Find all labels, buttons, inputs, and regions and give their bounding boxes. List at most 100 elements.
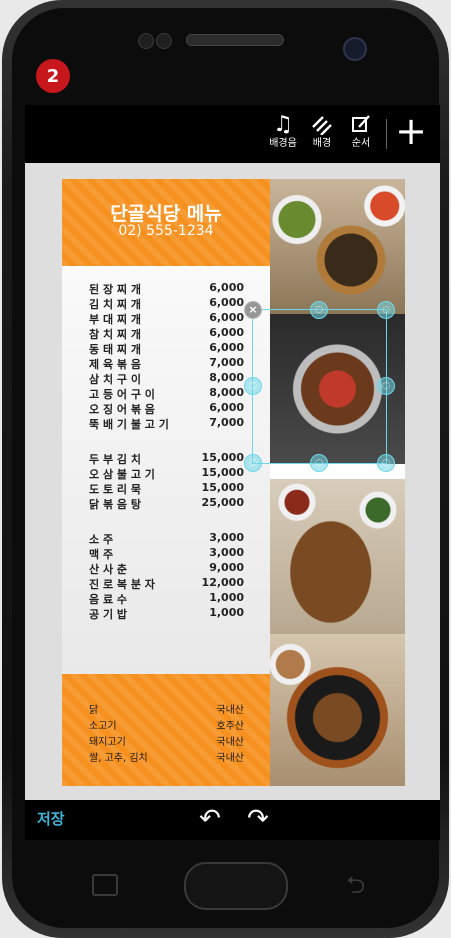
save-button[interactable]: 저장 <box>37 808 65 829</box>
menu-item-price: 6,000 <box>209 341 244 354</box>
menu-item-price: 6,000 <box>209 296 244 309</box>
menu-item-price: 6,000 <box>209 281 244 294</box>
background-button[interactable]: 배경 <box>300 113 344 151</box>
menu-header: 단골식당 메뉴 02) 555-1234 <box>62 179 270 266</box>
menu-item-price: 7,000 <box>209 356 244 369</box>
earpiece-speaker <box>186 34 284 46</box>
menu-item: 고 등 어 구 이 8,000 <box>89 386 244 401</box>
menu-item-price: 1,000 <box>209 591 244 604</box>
origin-row: 소고기 호주산 <box>89 717 244 733</box>
menu-item-price: 12,000 <box>201 576 244 589</box>
menu-item-name: 소 주 <box>89 533 114 546</box>
resize-handle-icon[interactable]: ◌ <box>377 301 395 319</box>
selection-frame[interactable] <box>252 309 387 464</box>
resize-handle-icon[interactable]: ◌ <box>244 377 262 395</box>
edit-order-icon <box>339 113 383 137</box>
menu-item: 김 치 찌 개 6,000 <box>89 296 244 311</box>
menu-item: 뚝 배 기 불 고 기 7,000 <box>89 416 244 431</box>
menu-item-price: 8,000 <box>209 371 244 384</box>
close-icon[interactable]: × <box>244 301 262 319</box>
redo-icon[interactable]: ↷ <box>243 805 273 833</box>
menu-item: 제 육 볶 음 7,000 <box>89 356 244 371</box>
menu-item-price: 15,000 <box>201 451 244 464</box>
menu-item-price: 7,000 <box>209 416 244 429</box>
menu-item-price: 15,000 <box>201 481 244 494</box>
menu-item: 된 장 찌 개 6,000 <box>89 281 244 296</box>
menu-item-name: 오 삼 불 고 기 <box>89 468 155 481</box>
bgm-label: 배경음 <box>269 138 297 149</box>
toolbar-divider <box>386 119 387 149</box>
menu-item-name: 두 부 김 치 <box>89 453 141 466</box>
add-button[interactable]: + <box>393 111 429 151</box>
origin-row: 닭 국내산 <box>89 701 244 717</box>
origin-name: 쌀, 고추, 김치 <box>89 753 148 764</box>
menu-item: 삼 치 구 이 8,000 <box>89 371 244 386</box>
origin-name: 소고기 <box>89 721 117 732</box>
menu-item-name: 삼 치 구 이 <box>89 373 141 386</box>
menu-item: 맥 주 3,000 <box>89 546 244 561</box>
menu-item-name: 닭 볶 음 탕 <box>89 498 141 511</box>
food-photo-side-dishes[interactable] <box>270 179 405 314</box>
menu-item-name: 부 대 찌 개 <box>89 313 141 326</box>
back-icon[interactable]: ⮌ <box>346 868 365 909</box>
menu-item-price: 9,000 <box>209 561 244 574</box>
menu-item: 참 치 찌 개 6,000 <box>89 326 244 341</box>
menu-item-price: 6,000 <box>209 311 244 324</box>
step-badge: 2 <box>36 59 70 93</box>
menu-item: 소 주 3,000 <box>89 531 244 546</box>
menu-item-name: 공 기 밥 <box>89 608 128 621</box>
front-camera-icon <box>343 37 367 61</box>
origin-source: 국내산 <box>216 737 244 748</box>
resize-handle-icon[interactable]: ◌ <box>310 301 328 319</box>
pattern-stripes-icon <box>300 113 344 137</box>
sensor-icon <box>156 33 172 49</box>
resize-handle-icon[interactable]: ◌ <box>377 454 395 472</box>
origin-name: 닭 <box>89 705 99 716</box>
menu-item-price: 3,000 <box>209 531 244 544</box>
origin-section: 닭 국내산 소고기 호주산 돼지고기 국내산 쌀, 고추, 김치 국내산 <box>62 674 270 786</box>
origin-source: 국내산 <box>216 753 244 764</box>
menu-item: 음 료 수 1,000 <box>89 591 244 606</box>
menu-item-name: 참 치 찌 개 <box>89 328 141 341</box>
menu-item-name: 맥 주 <box>89 548 114 561</box>
menu-item-name: 김 치 찌 개 <box>89 298 141 311</box>
menu-item-price: 8,000 <box>209 386 244 399</box>
menu-item-price: 6,000 <box>209 326 244 339</box>
undo-icon[interactable]: ↶ <box>195 805 225 833</box>
menu-item-name: 산 사 춘 <box>89 563 128 576</box>
menu-item-name: 동 태 찌 개 <box>89 343 141 356</box>
resize-handle-icon[interactable]: ◌ <box>244 454 262 472</box>
food-photo-grilled-fish[interactable] <box>270 479 405 634</box>
app-screen: ♫ 배경음 배경 순서 + 단골식당 메뉴 02) 555-1234 된 장 찌… <box>25 105 440 840</box>
menu-item: 부 대 찌 개 6,000 <box>89 311 244 326</box>
order-button[interactable]: 순서 <box>339 113 383 151</box>
menu-item: 오 징 어 볶 음 6,000 <box>89 401 244 416</box>
recent-apps-icon[interactable] <box>92 874 118 896</box>
bgm-button[interactable]: ♫ 배경음 <box>261 113 305 151</box>
origin-row: 쌀, 고추, 김치 국내산 <box>89 749 244 765</box>
menu-item: 오 삼 불 고 기 15,000 <box>89 466 244 481</box>
menu-item-price: 15,000 <box>201 466 244 479</box>
menu-item-name: 도 토 리 묵 <box>89 483 141 496</box>
background-label: 배경 <box>312 138 332 149</box>
resize-handle-icon[interactable]: ◌ <box>377 377 395 395</box>
resize-handle-icon[interactable]: ◌ <box>310 454 328 472</box>
order-label: 순서 <box>351 138 371 149</box>
menu-item-name: 진 로 복 분 자 <box>89 578 155 591</box>
menu-item-name: 오 징 어 볶 음 <box>89 403 155 416</box>
bottom-toolbar: 저장 ↶ ↷ <box>25 800 440 840</box>
origin-source: 국내산 <box>216 705 244 716</box>
menu-item-price: 25,000 <box>201 496 244 509</box>
menu-card[interactable]: 단골식당 메뉴 02) 555-1234 된 장 찌 개 6,000 김 치 찌 … <box>62 179 405 786</box>
menu-title: 단골식당 메뉴 <box>110 203 222 225</box>
menu-item: 진 로 복 분 자 12,000 <box>89 576 244 591</box>
menu-item: 닭 볶 음 탕 25,000 <box>89 496 244 511</box>
menu-item-name: 고 등 어 구 이 <box>89 388 155 401</box>
menu-item-price: 1,000 <box>209 606 244 619</box>
menu-item-price: 6,000 <box>209 401 244 414</box>
sensor-icon <box>138 33 154 49</box>
menu-item-name: 제 육 볶 음 <box>89 358 141 371</box>
home-button[interactable] <box>184 862 288 910</box>
menu-item-name: 된 장 찌 개 <box>89 283 141 296</box>
food-photo-bulgogi[interactable] <box>270 634 405 786</box>
